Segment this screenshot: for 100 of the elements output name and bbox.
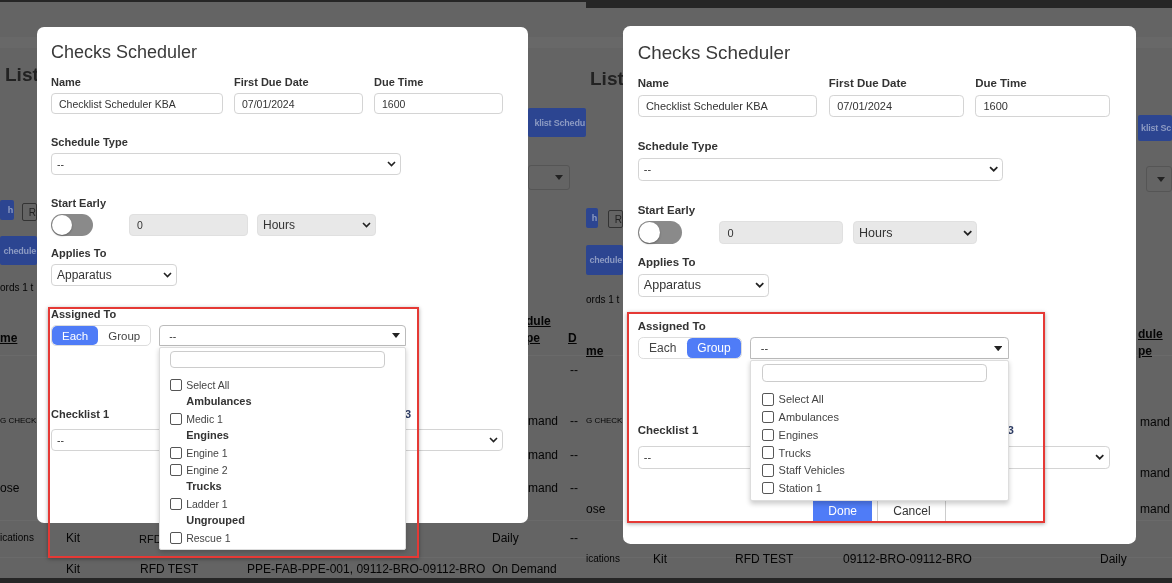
field-label: Schedule Type — [637, 139, 719, 154]
table-cell: mand — [1140, 502, 1171, 516]
table-cell: ications — [0, 531, 34, 545]
field-label: Start Early — [637, 203, 697, 218]
list-option[interactable]: Trucks — [761, 443, 1008, 462]
list-option[interactable]: Select All — [761, 390, 1008, 409]
caret-icon — [1157, 176, 1165, 182]
text-field[interactable]: 07/01/2024 — [828, 94, 964, 117]
field-label: Checklist 1 — [51, 408, 110, 421]
text-field[interactable]: 07/01/2024 — [234, 93, 363, 114]
checkbox[interactable] — [761, 428, 775, 442]
checkbox[interactable] — [761, 410, 775, 424]
table-cell: -- — [570, 414, 578, 428]
checkbox[interactable] — [761, 393, 775, 406]
table-cell: 09112-BRO-09112-BRO — [843, 552, 972, 566]
text-field[interactable]: Checklist Scheduler KBA — [637, 94, 818, 117]
table-cell: Kit — [653, 552, 667, 566]
checkbox[interactable] — [170, 412, 183, 425]
table-cell: Daily — [492, 531, 519, 545]
field-label: Start Early — [51, 197, 108, 210]
checkbox[interactable] — [170, 497, 183, 510]
field-label: Applies To — [637, 255, 697, 270]
table-cell: -- — [570, 363, 578, 377]
list-option[interactable]: Rescue 1 — [170, 529, 406, 546]
table-cell: Daily — [1100, 552, 1127, 566]
page-title: List — [5, 64, 39, 86]
segment-tab[interactable]: Group — [98, 326, 151, 345]
checkbox[interactable] — [170, 446, 183, 459]
checkbox[interactable] — [761, 481, 775, 495]
table-cell: mand — [528, 448, 559, 462]
list-option[interactable]: Station 1 — [761, 479, 1008, 497]
segment-tab[interactable]: Each — [638, 338, 687, 359]
text-field[interactable]: 1600 — [975, 94, 1110, 117]
table-cell: mand — [1140, 415, 1171, 429]
chevron-icon — [387, 161, 396, 167]
table-cell: ose — [586, 502, 606, 516]
list-option[interactable]: Engines — [761, 426, 1008, 444]
field-label: Assigned To — [51, 308, 118, 321]
table-cell: mand — [528, 481, 559, 495]
checkbox[interactable] — [170, 531, 183, 544]
table-cell: -- — [570, 481, 578, 495]
list-option[interactable]: Engine 1 — [170, 444, 406, 461]
table-cell: -- — [570, 531, 578, 545]
list-option[interactable]: Select All — [170, 376, 406, 393]
table-cell: Kit — [66, 531, 80, 545]
dialog-title: Checks Scheduler — [51, 41, 199, 64]
caret-icon — [392, 333, 401, 338]
chevron-icon — [988, 165, 999, 173]
chevron-icon — [754, 281, 765, 289]
group-heading: Trucks — [185, 479, 223, 494]
table-cell: mand — [1140, 466, 1171, 480]
field-label: Checklist 1 — [637, 424, 699, 438]
multi-select[interactable]: -- — [750, 337, 1009, 360]
group-heading: Ungrouped — [185, 513, 246, 528]
table-cell: ose — [0, 481, 20, 495]
select-field[interactable]: Apparatus — [637, 273, 770, 297]
list-option[interactable]: Medic 1 — [170, 410, 406, 427]
search-field[interactable] — [170, 351, 386, 368]
chevron-icon — [1095, 454, 1105, 461]
table-cell: -- — [570, 448, 578, 462]
chevron-icon — [163, 272, 172, 278]
text-field[interactable]: 1600 — [374, 93, 503, 114]
table-cell: Kit — [66, 562, 80, 576]
records-info: ords 1 t — [0, 282, 34, 293]
list-option[interactable]: Staff Vehicles — [761, 461, 1008, 480]
list-option[interactable]: Ladder 1 — [170, 495, 406, 512]
group-heading: Ambulances — [185, 394, 253, 409]
field-label: First Due Date — [828, 77, 908, 91]
multi-select[interactable]: -- — [159, 325, 407, 346]
segment-tab[interactable]: Each — [52, 326, 99, 345]
checkbox[interactable] — [761, 446, 775, 459]
chevron-icon — [362, 222, 371, 228]
table-cell: PPE-FAB-PPE-001, 09112-BRO-09112-BRO — [247, 562, 486, 576]
checkbox[interactable] — [170, 378, 183, 391]
select-field[interactable]: -- — [637, 157, 1004, 181]
text-field[interactable]: Checklist Scheduler KBA — [51, 93, 223, 114]
records-info: ords 1 t — [586, 294, 620, 305]
field-label: Assigned To — [637, 319, 707, 334]
search-field[interactable] — [761, 364, 987, 383]
filter-select[interactable] — [1146, 166, 1172, 192]
field-label: 3 — [405, 408, 412, 421]
table-cell: mand — [528, 414, 559, 428]
page-title: List — [590, 68, 624, 90]
select-field[interactable]: Apparatus — [51, 264, 177, 286]
field-label: Name — [51, 76, 82, 89]
checkbox[interactable] — [761, 464, 775, 477]
table-cell: ications — [586, 552, 620, 566]
select-field[interactable]: -- — [51, 153, 401, 175]
caret-icon — [994, 345, 1003, 351]
field-label: First Due Date — [234, 76, 310, 89]
chevron-icon — [489, 437, 498, 443]
field-label: Name — [637, 77, 670, 91]
list-option[interactable]: Engine 2 — [170, 461, 406, 478]
caret-icon — [555, 175, 563, 180]
field-label: Schedule Type — [51, 136, 129, 149]
group-heading: Engines — [185, 428, 230, 443]
checkbox[interactable] — [170, 463, 183, 476]
table-cell: RFD TEST — [140, 562, 199, 576]
list-option[interactable]: Ambulances — [761, 408, 1008, 426]
segment-tab[interactable]: Group — [686, 338, 742, 359]
